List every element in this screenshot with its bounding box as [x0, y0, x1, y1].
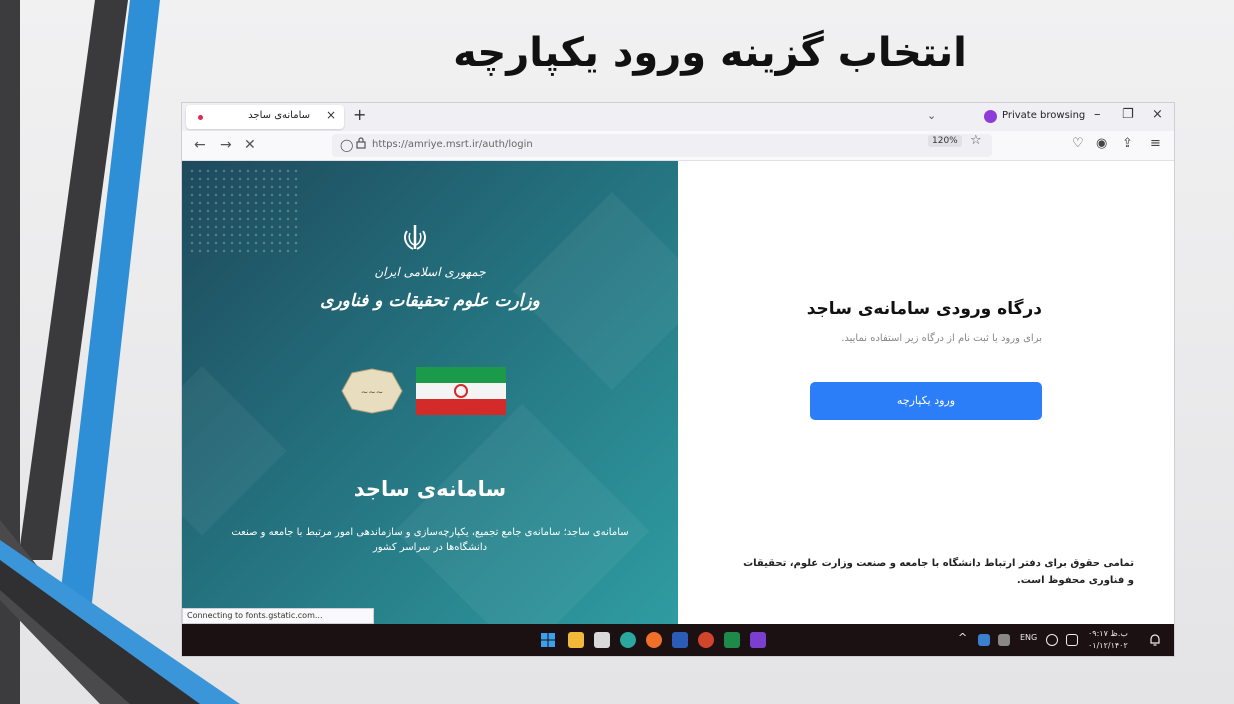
login-panel: درگاه ورودی سامانه‌ی ساجد برای ورود یا ث…	[678, 161, 1174, 624]
file-explorer-icon[interactable]	[568, 632, 584, 648]
edge-icon[interactable]	[620, 632, 636, 648]
bookmark-star-icon[interactable]: ☆	[970, 133, 982, 148]
dot-pattern	[188, 167, 298, 257]
ministry-name: وزارت علوم تحقیقات و فناوری	[320, 291, 540, 311]
powerpoint-icon[interactable]	[698, 632, 714, 648]
iran-emblem-icon	[404, 225, 426, 250]
tray-app-icon[interactable]	[998, 634, 1010, 646]
tray-app-icon[interactable]	[978, 634, 990, 646]
tray-chevron-icon[interactable]: ^	[958, 631, 967, 644]
restore-button[interactable]: ❐	[1122, 107, 1134, 122]
notification-bell-icon[interactable]	[1148, 633, 1162, 647]
tracking-shield-icon[interactable]: ◯	[340, 138, 353, 152]
sso-login-button[interactable]: ورود یکپارچه	[810, 382, 1042, 420]
taskbar: ^ ENG ب.ظ ۰۹:۱۷ ۰۱/۱۲/۱۴۰۲	[182, 624, 1174, 656]
windows-start-icon[interactable]	[540, 632, 556, 648]
excel-icon[interactable]	[724, 632, 740, 648]
tab-bar: سامانه‌ی ساجد × + ⌄ Private browsing – ❐…	[182, 103, 1174, 131]
store-icon[interactable]	[594, 632, 610, 648]
private-browsing-icon	[984, 110, 997, 123]
tab-title: سامانه‌ی ساجد	[248, 110, 310, 121]
slide-title: انتخاب گزینه ورود یکپارچه	[453, 30, 967, 76]
private-firefox-icon[interactable]	[750, 632, 766, 648]
login-subtitle: برای ورود یا ثبت نام از درگاه زیر استفاد…	[841, 333, 1042, 344]
navigation-bar: ← → ✕ ◯ https://amriye.msrt.ir/auth/logi…	[182, 131, 1174, 161]
word-icon[interactable]	[672, 632, 688, 648]
page-content: جمهوری اسلامی ایران وزارت علوم تحقیقات و…	[182, 161, 1174, 624]
clock-date[interactable]: ۰۱/۱۲/۱۴۰۲	[1088, 641, 1128, 650]
menu-icon[interactable]: ≡	[1150, 136, 1161, 151]
status-bar: Connecting to fonts.gstatic.com...	[182, 608, 374, 624]
firefox-icon[interactable]	[646, 632, 662, 648]
tab-close-icon[interactable]: ×	[326, 108, 336, 122]
new-tab-icon[interactable]: +	[353, 105, 366, 124]
decor-diamond	[182, 366, 287, 536]
url-text[interactable]: https://amriye.msrt.ir/auth/login	[372, 139, 533, 150]
back-icon[interactable]: ←	[194, 137, 206, 153]
minimize-button[interactable]: –	[1094, 107, 1101, 122]
volume-icon[interactable]	[1066, 634, 1078, 646]
extensions-icon[interactable]: ⇪	[1122, 136, 1133, 151]
brand-panel: جمهوری اسلامی ایران وزارت علوم تحقیقات و…	[182, 161, 678, 624]
svg-text:~~~: ~~~	[361, 388, 384, 398]
network-icon[interactable]	[1046, 634, 1058, 646]
tab-list-icon[interactable]: ⌄	[927, 109, 936, 122]
private-browsing-label: Private browsing	[1002, 110, 1086, 121]
forward-icon[interactable]: →	[220, 137, 232, 153]
language-indicator[interactable]: ENG	[1020, 633, 1037, 642]
tab-loading-icon	[198, 115, 203, 120]
url-bar[interactable]: ◯ https://amriye.msrt.ir/auth/login	[332, 134, 992, 157]
login-title: درگاه ورودی سامانه‌ی ساجد	[806, 299, 1042, 319]
account-icon[interactable]: ◉	[1096, 136, 1107, 151]
zoom-level[interactable]: 120%	[928, 135, 962, 147]
sajed-description: سامانه‌ی ساجد؛ سامانه‌ی جامع تجمیع، یکپا…	[231, 527, 629, 553]
flag-emblems: ~~~	[341, 367, 506, 415]
ministry-country: جمهوری اسلامی ایران	[374, 265, 486, 279]
clock-time[interactable]: ب.ظ ۰۹:۱۷	[1088, 629, 1128, 638]
sajed-title: سامانه‌ی ساجد	[353, 477, 507, 501]
close-window-button[interactable]: ×	[1152, 107, 1163, 122]
decor-diamond	[394, 403, 650, 624]
lock-icon[interactable]	[356, 137, 366, 152]
browser-window: سامانه‌ی ساجد × + ⌄ Private browsing – ❐…	[182, 103, 1174, 656]
stop-icon[interactable]: ✕	[244, 137, 256, 153]
tab-sajed[interactable]: سامانه‌ی ساجد ×	[186, 105, 344, 129]
pocket-icon[interactable]: ♡	[1072, 136, 1084, 151]
copyright-footer: تمامی حقوق برای دفتر ارتباط دانشگاه با ج…	[743, 558, 1134, 586]
